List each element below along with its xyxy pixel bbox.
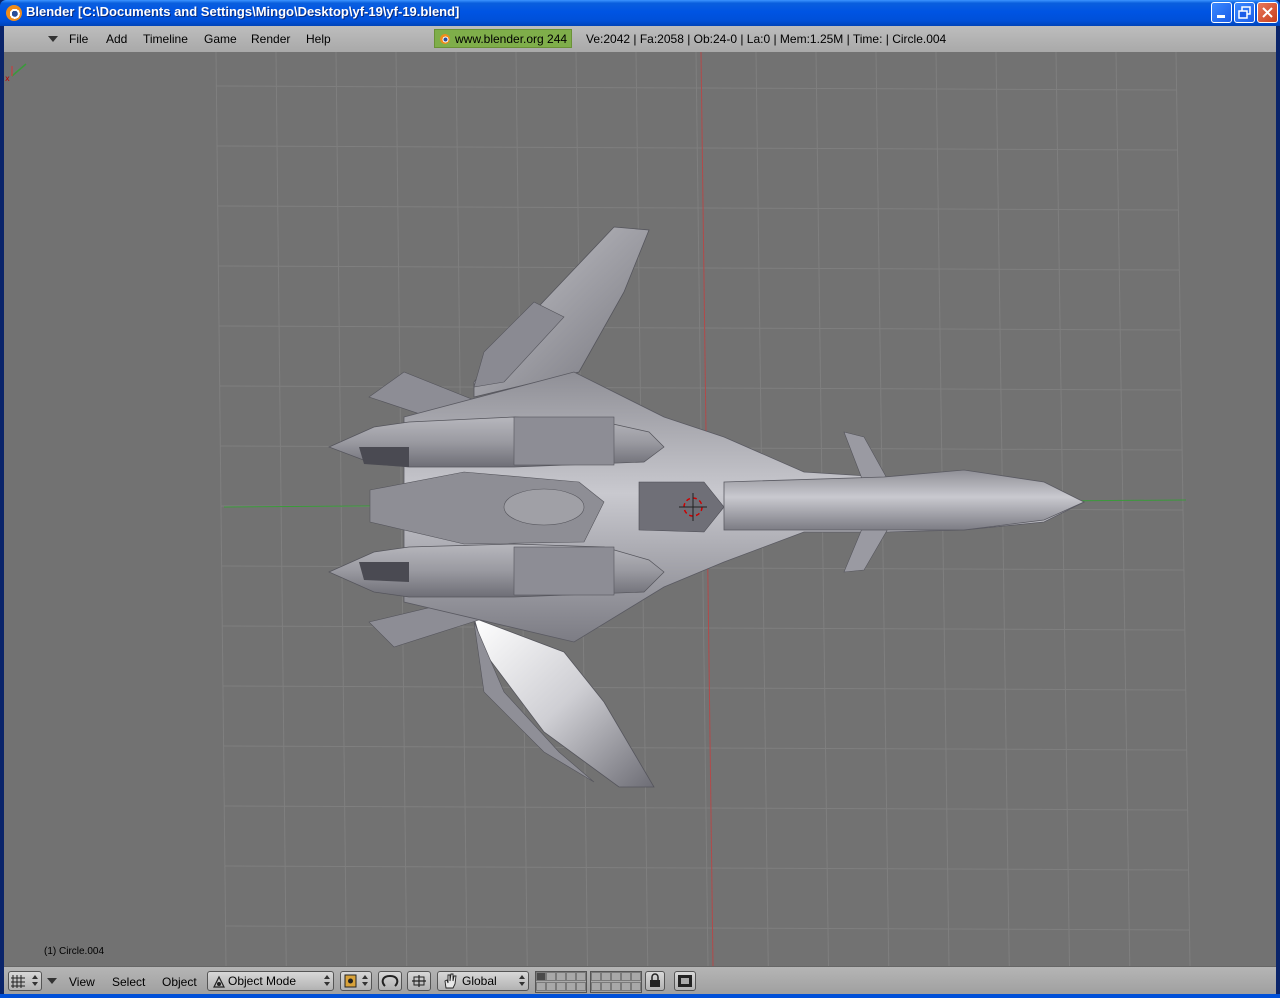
3d-view-header: View Select Object Object Mode Global [4, 966, 1276, 995]
selected-object-label: (1) Circle.004 [44, 946, 105, 957]
menu-add[interactable]: Add [106, 32, 127, 46]
manipulator-icon [381, 974, 399, 987]
editor-type-icon [11, 975, 25, 988]
lock-layers-button[interactable] [645, 971, 665, 991]
title-bar[interactable]: Blender [C:\Documents and Settings\Mingo… [0, 0, 1280, 26]
editor-type-arrows [32, 975, 38, 987]
pivot-icon [344, 974, 357, 988]
blender-window: Blender [C:\Documents and Settings\Mingo… [0, 0, 1280, 998]
layer-19-toggle[interactable] [621, 982, 631, 991]
hand-icon [444, 973, 457, 989]
layer-11-toggle[interactable] [536, 982, 546, 991]
layer-18-toggle[interactable] [611, 982, 621, 991]
menu-file[interactable]: File [69, 32, 88, 46]
layer-8-toggle[interactable] [611, 972, 621, 981]
layer-17-toggle[interactable] [601, 982, 611, 991]
3d-viewport[interactable]: x (1) Circle.004 [4, 52, 1276, 966]
layer-9-toggle[interactable] [621, 972, 631, 981]
layer-15-toggle[interactable] [576, 982, 586, 991]
layer-12-toggle[interactable] [546, 982, 556, 991]
header-collapse-icon[interactable] [47, 978, 57, 984]
menu-timeline[interactable]: Timeline [143, 32, 188, 46]
editor-type-button[interactable] [8, 971, 42, 991]
orientation-arrows [519, 975, 525, 987]
window-title: Blender [C:\Documents and Settings\Mingo… [26, 4, 460, 19]
close-button[interactable] [1257, 2, 1278, 23]
menu-render[interactable]: Render [251, 32, 290, 46]
layer-1-toggle[interactable] [536, 972, 546, 981]
layer-20-toggle[interactable] [631, 982, 641, 991]
manipulator-toggle[interactable] [378, 971, 402, 991]
mode-arrows [324, 975, 330, 987]
svg-text:x: x [5, 74, 10, 82]
menu-game[interactable]: Game [204, 32, 237, 46]
layer-4-toggle[interactable] [566, 972, 576, 981]
view-menu[interactable]: View [69, 975, 95, 989]
object-mode-icon [213, 975, 225, 988]
aircraft-model[interactable] [4, 52, 1276, 966]
mode-select[interactable]: Object Mode [207, 971, 334, 991]
manipulator-translate-icon [412, 975, 426, 987]
pivot-select[interactable] [340, 971, 372, 991]
lock-icon [650, 973, 660, 987]
website-label: www.blender.org 244 [455, 32, 568, 46]
close-icon [1262, 7, 1273, 18]
minimize-button[interactable] [1211, 2, 1232, 23]
scene-stats: Ve:2042 | Fa:2058 | Ob:24-0 | La:0 | Mem… [586, 32, 947, 46]
layer-13-toggle[interactable] [556, 982, 566, 991]
layer-6-toggle[interactable] [591, 972, 601, 981]
object-menu[interactable]: Object [162, 975, 197, 989]
render-icon [678, 975, 692, 987]
axis-gizmo-icon: x [5, 63, 27, 82]
engine-top [328, 416, 665, 468]
restore-button[interactable] [1234, 2, 1255, 23]
layer-7-toggle[interactable] [601, 972, 611, 981]
minimize-icon [1217, 15, 1225, 18]
layer-5-toggle[interactable] [576, 972, 586, 981]
menu-help[interactable]: Help [306, 32, 331, 46]
mode-value: Object Mode [228, 974, 297, 988]
select-menu[interactable]: Select [112, 975, 145, 989]
blender-app-icon [6, 5, 22, 21]
manipulator-translate-toggle[interactable] [407, 971, 431, 991]
layer-buttons-group-2[interactable] [590, 971, 642, 993]
restore-icon [1238, 6, 1251, 19]
info-header: File Add Timeline Game Render Help www.b… [4, 26, 1276, 53]
menu-collapse-icon[interactable] [48, 36, 58, 42]
render-preview-button[interactable] [674, 971, 696, 991]
layer-buttons-group-1[interactable] [535, 971, 587, 993]
website-button[interactable]: www.blender.org 244 [434, 29, 573, 48]
layer-3-toggle[interactable] [556, 972, 566, 981]
window-bottom-border [0, 994, 1280, 998]
orientation-value: Global [462, 974, 497, 988]
blender-logo-icon [440, 34, 450, 44]
fuselage [369, 371, 1085, 643]
orientation-select[interactable]: Global [437, 971, 529, 991]
pivot-arrows [362, 975, 368, 987]
layer-10-toggle[interactable] [631, 972, 641, 981]
engine-bottom [328, 543, 665, 598]
layer-2-toggle[interactable] [546, 972, 556, 981]
layer-16-toggle[interactable] [591, 982, 601, 991]
layer-14-toggle[interactable] [566, 982, 576, 991]
